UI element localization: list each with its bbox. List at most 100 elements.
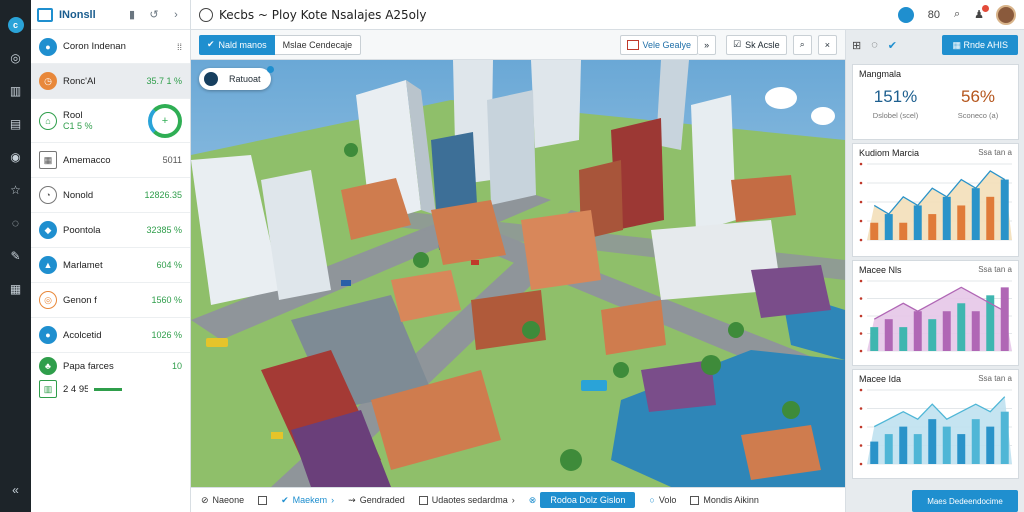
search-icon[interactable]: ⌕ xyxy=(954,8,960,21)
sidebar-item-0[interactable]: ◷ Ronc'Al 35.7 1 % xyxy=(31,64,190,99)
tick-mark xyxy=(859,219,863,223)
data-icon[interactable]: ▦ xyxy=(0,272,31,305)
sidebar-item-7[interactable]: ● Acolcetid 1026 % xyxy=(31,318,190,353)
sidebar-item-8[interactable]: ♣ Papa farces 10 xyxy=(31,353,190,379)
favorites-icon[interactable]: ☆ xyxy=(0,173,31,206)
chevron-right-icon[interactable]: › xyxy=(168,9,184,21)
chart-bar[interactable] xyxy=(884,434,893,464)
chart-bar[interactable] xyxy=(942,311,951,351)
logo-icon: ✔ xyxy=(207,39,215,49)
filter-pill[interactable]: Rodoa Dolz Gislon xyxy=(540,492,636,508)
chart-bar[interactable] xyxy=(957,303,966,351)
tab-active[interactable]: ✔ Nald manos xyxy=(199,34,275,55)
chart-bar[interactable] xyxy=(884,214,893,240)
sidebar-item-value: 10 xyxy=(171,361,182,371)
report-icon[interactable]: ▤ xyxy=(0,107,31,140)
checkbox[interactable] xyxy=(418,495,428,505)
sidebar-item-first[interactable]: ● Coron Indenan ⁞⁞ xyxy=(31,30,190,64)
filter-4[interactable]: Udaotes sedardma › xyxy=(418,495,515,505)
expand-icon[interactable]: » xyxy=(698,34,717,55)
city-map[interactable]: Ratuoat xyxy=(191,60,845,487)
filter-7[interactable]: Mondis Aikinn xyxy=(690,495,759,505)
chart-bar[interactable] xyxy=(986,426,995,464)
close-icon[interactable]: × xyxy=(817,34,837,55)
chart-bar[interactable] xyxy=(971,419,980,464)
chart-bar[interactable] xyxy=(942,426,951,464)
card-title: Kudiom Marcia xyxy=(859,148,920,158)
avatar[interactable] xyxy=(996,4,1016,25)
chart-bar[interactable] xyxy=(913,434,922,464)
card-subtitle: Ssa tan a xyxy=(978,374,1012,383)
map-callout[interactable]: Ratuoat xyxy=(199,66,274,90)
chart-bar[interactable] xyxy=(928,319,937,351)
chart-1 xyxy=(859,162,1012,242)
chart-bar[interactable] xyxy=(1000,179,1009,240)
chart-bar[interactable] xyxy=(928,214,937,240)
checkbox-item[interactable] xyxy=(258,495,268,505)
chart-bar[interactable] xyxy=(971,311,980,351)
primary-action-button[interactable]: ▦ Rnde AHIS xyxy=(942,35,1018,55)
collapse-icon[interactable]: « xyxy=(0,473,31,506)
panel-icon[interactable]: ▮ xyxy=(124,8,140,21)
zoom-icon[interactable]: ⌕ xyxy=(792,34,812,55)
chart-bar[interactable] xyxy=(899,222,908,240)
check-icon[interactable]: ✔ xyxy=(888,39,897,52)
filter-5[interactable]: ⊗ Rodoa Dolz Gislon xyxy=(529,492,636,508)
tools-icon[interactable]: ✎ xyxy=(0,239,31,272)
chart-bar[interactable] xyxy=(971,188,980,240)
settings-icon[interactable] xyxy=(897,6,914,23)
sidebar-item-9[interactable]: ▥ 2 4 95 xyxy=(31,379,190,399)
chart-bar[interactable] xyxy=(884,319,893,351)
sidebar-item-6[interactable]: ◎ Genon f 1560 % xyxy=(31,283,190,318)
layers-icon[interactable]: ▥ xyxy=(0,74,31,107)
chart-bar[interactable] xyxy=(957,434,966,464)
checkbox[interactable] xyxy=(690,495,700,505)
bottom-action-button[interactable]: Maes Dedeendocime xyxy=(912,490,1018,512)
globe-icon[interactable]: ◌ xyxy=(871,39,878,51)
view-button[interactable]: Vele Gealye xyxy=(619,34,699,55)
chart-bar[interactable] xyxy=(942,196,951,240)
sidebar-item-value: 5011 xyxy=(162,155,182,165)
filter-2[interactable]: ✔ Maekem › xyxy=(281,495,334,506)
sidebar-item-value: C1 5 % xyxy=(63,121,93,131)
chart-bar[interactable] xyxy=(1000,287,1009,351)
chat-icon[interactable]: ◌ xyxy=(0,206,31,239)
sidebar-item-1[interactable]: ⌂ Rool C1 5 % + xyxy=(31,99,190,143)
chart-bar[interactable] xyxy=(870,222,879,240)
filter-6[interactable]: ○ Volo xyxy=(649,495,676,505)
chart-bar[interactable] xyxy=(913,311,922,351)
card-title: Mangmala xyxy=(859,69,902,79)
history-icon[interactable]: ↺ xyxy=(146,8,162,21)
location-icon[interactable]: ◉ xyxy=(0,140,31,173)
chart-bar[interactable] xyxy=(928,419,937,464)
grid-icon[interactable]: ⊞ xyxy=(852,39,861,52)
chart-card-3: Macee Ida Ssa tan a xyxy=(852,369,1019,479)
filter-3[interactable]: ⇝ Gendraded xyxy=(348,495,405,506)
chart-bar[interactable] xyxy=(899,327,908,351)
drag-handle-icon[interactable]: ⁞⁞ xyxy=(177,42,182,52)
tab-other[interactable]: Mslae Cendecaje xyxy=(274,34,362,55)
chart-bar[interactable] xyxy=(870,327,879,351)
chart-bar[interactable] xyxy=(913,205,922,240)
app-logo-icon[interactable]: c xyxy=(0,8,31,41)
analytics-panel: ⊞ ◌ ✔ ▦ Rnde AHIS Mangmala 151% Dslobel … xyxy=(845,30,1024,512)
notification-icon[interactable]: ♟ xyxy=(974,5,989,21)
chart-bar[interactable] xyxy=(1000,411,1009,464)
scale-button[interactable]: ☑ Sk Acsle xyxy=(726,34,787,55)
chart-bar[interactable] xyxy=(899,426,908,464)
chart-bar[interactable] xyxy=(986,196,995,240)
sidebar-item-5[interactable]: ▲ Marlamet 604 % xyxy=(31,248,190,283)
sidebar-item-value: 1026 % xyxy=(151,330,182,340)
sidebar-item-label: Nonold xyxy=(63,189,94,201)
sidebar-item-3[interactable]: ◔ Nonold 12826.35 xyxy=(31,178,190,213)
filter-1[interactable]: ⊘ Naeone xyxy=(201,495,244,506)
checkbox[interactable] xyxy=(258,495,268,505)
dashboard-icon[interactable]: ◎ xyxy=(0,41,31,74)
tick-mark xyxy=(859,349,863,353)
sidebar-item-4[interactable]: ◆ Poontola 32385 % xyxy=(31,213,190,248)
chart-bar[interactable] xyxy=(957,205,966,240)
add-icon[interactable]: + xyxy=(162,115,168,127)
sidebar-item-2[interactable]: ▦ Amemacco 5011 xyxy=(31,143,190,178)
chart-bar[interactable] xyxy=(870,441,879,464)
tick-mark xyxy=(859,332,863,335)
